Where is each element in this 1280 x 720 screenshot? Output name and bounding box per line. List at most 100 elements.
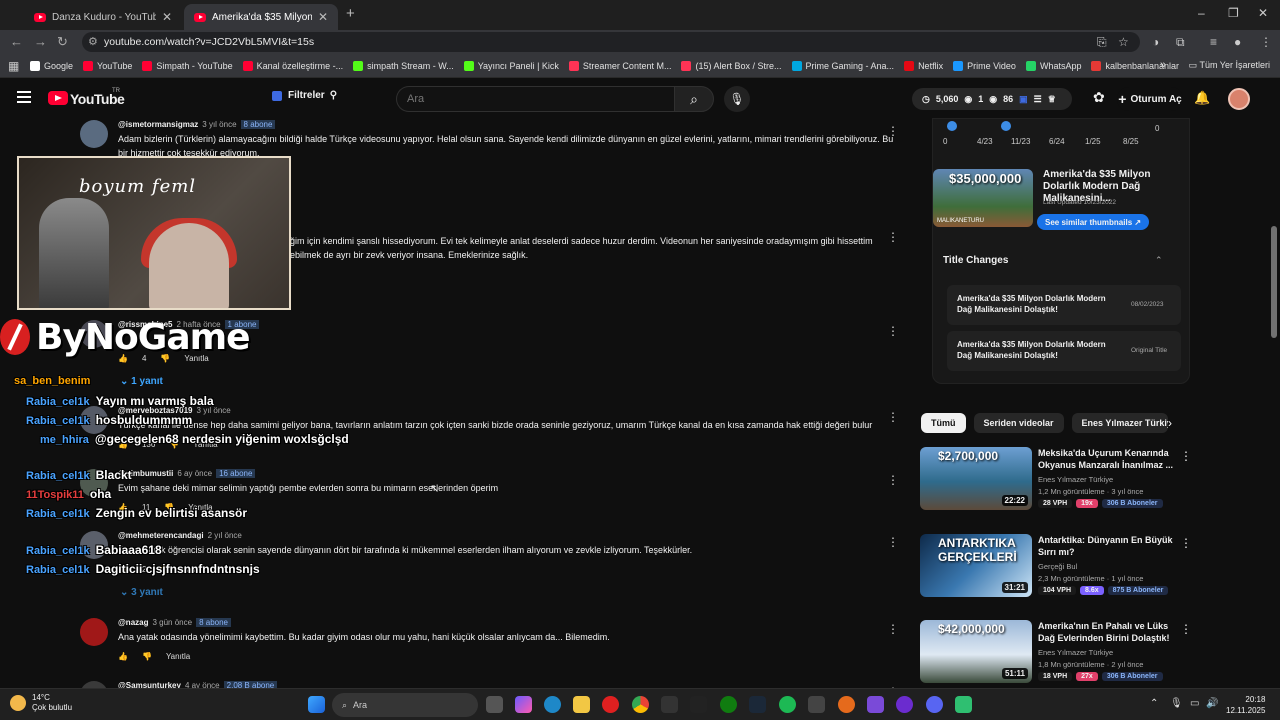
bell-icon[interactable]: 🔔 xyxy=(1194,90,1210,106)
reply-count[interactable]: ⌄ 1 yanıt xyxy=(120,376,163,387)
weather-widget[interactable]: 14°C Çok bulutlu xyxy=(10,693,72,713)
chip-series[interactable]: Seriden videolar xyxy=(973,413,1064,433)
related-video[interactable]: $2,700,000 22:22 Meksika'da Uçurum Kenarın… xyxy=(920,447,1192,513)
minimize-icon[interactable]: – xyxy=(1198,6,1205,20)
more-options-icon[interactable]: ⋮ xyxy=(887,124,899,138)
search-button[interactable]: ⌕ xyxy=(674,86,714,112)
bookmark-item[interactable]: Kanal özelleştirme -... xyxy=(242,60,343,71)
comment-author[interactable]: @mehmeterencandagi xyxy=(118,531,204,540)
scrollbar-thumb[interactable] xyxy=(1271,226,1277,338)
bookmark-item[interactable]: simpath Stream - W... xyxy=(353,60,454,71)
tab-amerika[interactable]: Amerika'da $35 Milyon Dolarlık ✕ xyxy=(184,4,338,30)
more-bookmarks-icon[interactable]: » xyxy=(1160,59,1166,71)
extension-icon[interactable]: ◑ xyxy=(1152,35,1159,49)
commenter-avatar[interactable] xyxy=(80,618,108,646)
video-title[interactable]: Amerika'nın En Pahalı ve Lüks Dağ Evleri… xyxy=(1038,620,1174,644)
discord-icon[interactable] xyxy=(926,696,943,713)
more-options-icon[interactable]: ⋮ xyxy=(1180,449,1192,463)
install-icon[interactable]: ⎘ xyxy=(1097,35,1107,50)
tab-danza-kuduro[interactable]: Danza Kuduro - YouTube ✕ xyxy=(24,4,182,30)
bookmark-item[interactable]: Simpath - YouTube xyxy=(142,60,233,71)
chrome-icon[interactable] xyxy=(632,696,649,713)
mic-tray-icon[interactable]: 🎙 xyxy=(1170,698,1183,709)
url-field[interactable]: ⚙ youtube.com/watch?v=JCD2VbL5MVI&t=15s xyxy=(82,32,1140,52)
bookmark-item[interactable]: Netflix xyxy=(904,60,943,71)
bookmark-item[interactable]: Yayıncı Paneli | Kick xyxy=(463,60,559,71)
reply-count-2[interactable]: ⌄ 3 yanıt xyxy=(120,587,163,598)
video-title[interactable]: Antarktika: Dünyanın En Büyük Sırrı mı? xyxy=(1038,534,1174,558)
media-icon[interactable]: ≡ xyxy=(1210,35,1217,49)
see-similar-button[interactable]: See similar thumbnails ↗ xyxy=(1037,214,1150,230)
all-bookmarks[interactable]: ▭ Tüm Yer İşaretleri xyxy=(1189,60,1270,71)
profile-icon[interactable]: ● xyxy=(1234,35,1241,49)
task-view-icon[interactable] xyxy=(486,696,503,713)
related-video[interactable]: $42,000,000 51:11 Amerika'nın En Pahalı ve… xyxy=(920,620,1192,686)
new-tab-icon[interactable]: + xyxy=(346,5,355,22)
dislike-icon[interactable]: 👎 xyxy=(142,652,152,661)
channel-name[interactable]: Enes Yılmazer Türkiye xyxy=(1038,648,1113,657)
capcut-icon[interactable] xyxy=(808,696,825,713)
chevron-right-icon[interactable]: › xyxy=(1168,416,1172,430)
app-icon-3[interactable] xyxy=(867,696,884,713)
bookmark-item[interactable]: (15) Alert Box / Stre... xyxy=(681,60,782,71)
commenter-avatar[interactable] xyxy=(80,120,108,148)
more-options-icon[interactable]: ⋮ xyxy=(887,622,899,636)
filters-button[interactable]: Filtreler ⚲ xyxy=(272,90,337,101)
search-input[interactable] xyxy=(396,86,674,112)
xbox-icon[interactable] xyxy=(720,696,737,713)
chevron-up-icon[interactable]: ⌃ xyxy=(1150,698,1158,709)
video-thumbnail[interactable]: $2,700,000 22:22 xyxy=(920,447,1032,510)
windows-start-icon[interactable] xyxy=(308,696,325,713)
more-options-icon[interactable]: ⋮ xyxy=(887,410,899,424)
more-options-icon[interactable]: ⋮ xyxy=(1180,622,1192,636)
youtube-logo-icon[interactable] xyxy=(48,91,68,105)
apps-grid-icon[interactable]: ▦ xyxy=(8,59,30,73)
more-options-icon[interactable]: ⋮ xyxy=(887,473,899,487)
login-button[interactable]: + Oturum Aç xyxy=(1117,87,1183,111)
history-marker-icon[interactable] xyxy=(947,121,957,131)
chevron-up-icon[interactable]: ⌃ xyxy=(1155,255,1163,266)
app-icon-2[interactable] xyxy=(838,696,855,713)
file-explorer-icon[interactable] xyxy=(573,696,590,713)
bookmark-item[interactable]: Prime Video xyxy=(953,60,1016,71)
site-info-icon[interactable]: ⚙ xyxy=(88,35,98,48)
comment-author[interactable]: @nazag xyxy=(118,618,148,627)
channel-name[interactable]: Gerçeği Bul xyxy=(1038,562,1077,571)
menu-icon[interactable]: ⋮ xyxy=(1260,35,1272,49)
hamburger-menu-icon[interactable] xyxy=(17,91,31,103)
video-title[interactable]: Meksika'da Uçurum Kenarında Okyanus Manz… xyxy=(1038,447,1174,471)
amazon-icon[interactable] xyxy=(690,696,707,713)
gear-icon[interactable]: ✿ xyxy=(1093,89,1105,106)
edge-icon[interactable] xyxy=(544,696,561,713)
forward-icon[interactable]: → xyxy=(34,34,47,49)
commenter-avatar[interactable] xyxy=(80,681,108,688)
like-icon[interactable]: 👍 xyxy=(118,652,128,661)
maximize-icon[interactable]: ❐ xyxy=(1228,6,1239,20)
system-clock[interactable]: 20:18 12.11.2025 xyxy=(1226,694,1265,716)
related-video[interactable]: ANTARKTIKA GERÇEKLERİ 31:21 Antarktika: Dü… xyxy=(920,534,1192,600)
puzzle-icon[interactable]: ⧉ xyxy=(1176,35,1185,50)
more-options-icon[interactable]: ⋮ xyxy=(887,324,899,338)
more-options-icon[interactable]: ⋮ xyxy=(1180,536,1192,550)
history-marker-icon[interactable] xyxy=(1001,121,1011,131)
comment-author[interactable]: @Samsunturkey xyxy=(118,681,181,688)
bookmark-star-icon[interactable]: ☆ xyxy=(1118,35,1129,49)
opera-icon[interactable] xyxy=(602,696,619,713)
bookmark-item[interactable]: WhatsApp xyxy=(1025,60,1081,71)
obs-icon[interactable] xyxy=(896,696,913,713)
app-icon[interactable] xyxy=(661,696,678,713)
steam-icon[interactable] xyxy=(749,696,766,713)
volume-icon[interactable]: 🔊 xyxy=(1206,698,1218,709)
taskbar-search[interactable]: ⌕ Ara xyxy=(332,693,478,717)
voice-search-button[interactable]: 🎙 xyxy=(724,86,750,112)
window-close-icon[interactable]: ✕ xyxy=(1258,6,1268,20)
chip-channel[interactable]: Enes Yılmazer Türkiye xyxy=(1071,413,1168,433)
channel-name[interactable]: Enes Yılmazer Türkiye xyxy=(1038,475,1113,484)
bookmark-item[interactable]: Streamer Content M... xyxy=(568,60,671,71)
spotify-icon[interactable] xyxy=(779,696,796,713)
app-icon-4[interactable] xyxy=(955,696,972,713)
display-icon[interactable]: ▭ xyxy=(1190,698,1199,709)
avatar[interactable] xyxy=(1228,88,1250,110)
reload-icon[interactable]: ↻ xyxy=(57,34,68,50)
back-icon[interactable]: ← xyxy=(10,34,23,49)
